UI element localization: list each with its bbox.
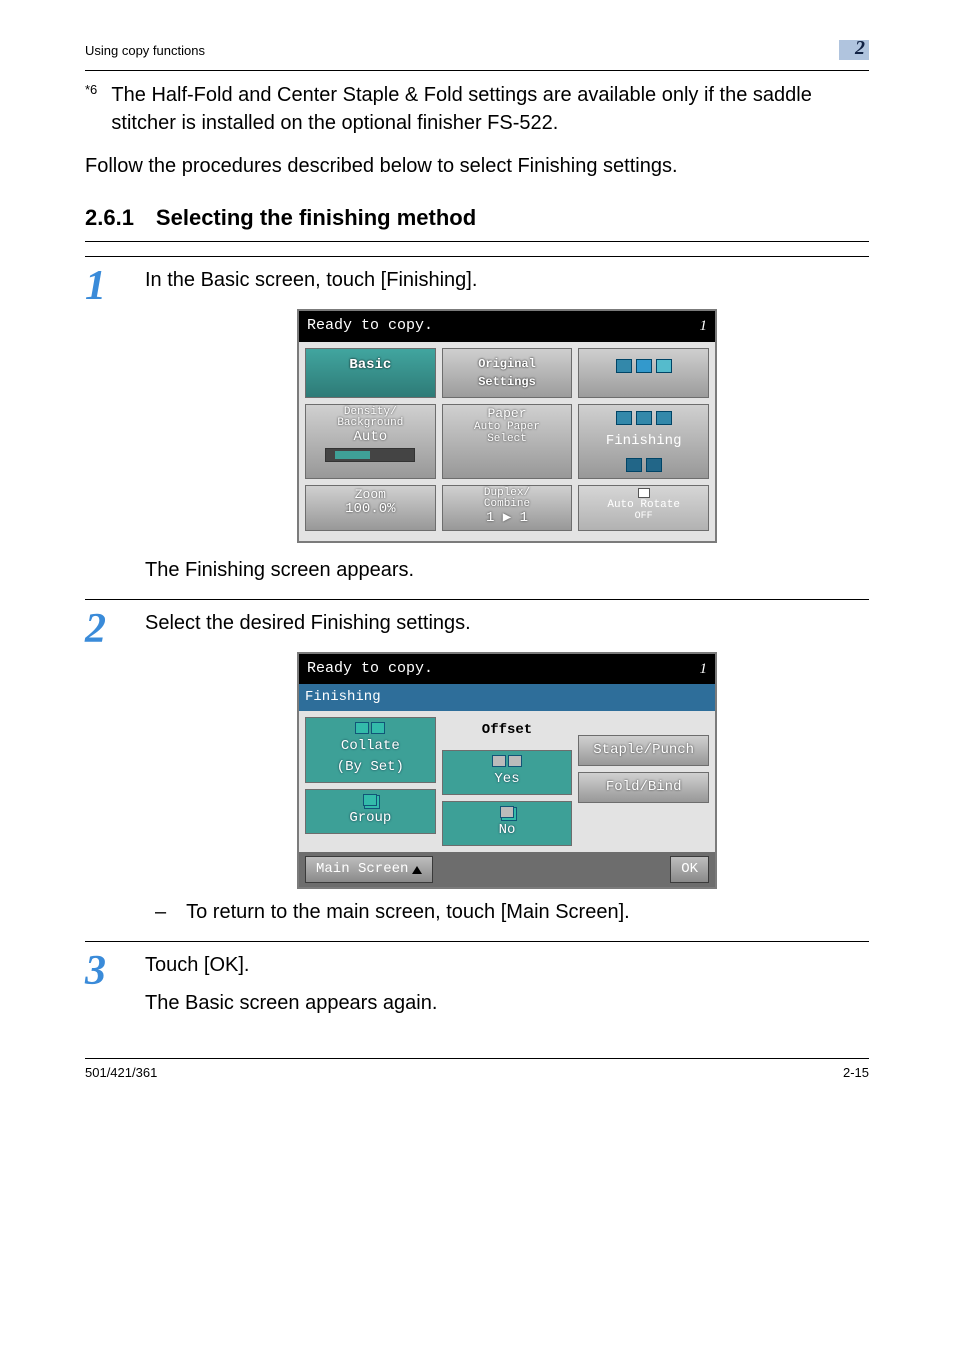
basic-screen-screenshot: Ready to copy. 1 Basic Original Settings	[297, 309, 717, 543]
step-1-number: 1	[85, 265, 120, 585]
intro-paragraph: Follow the procedures described below to…	[85, 152, 869, 180]
finishing-icon-4	[626, 458, 642, 472]
collate-button[interactable]: Collate (By Set)	[305, 717, 436, 783]
paper-button[interactable]: Paper Auto Paper Select	[442, 404, 573, 479]
camera-icon	[656, 359, 672, 373]
step-1-result: The Finishing screen appears.	[145, 555, 869, 585]
step-3-result: The Basic screen appears again.	[145, 988, 869, 1018]
footer-page-number: 2-15	[843, 1065, 869, 1080]
collate-icon	[371, 722, 385, 734]
chapter-number-badge: 2	[839, 40, 869, 60]
step-2-instruction: Select the desired Finishing settings.	[145, 608, 869, 638]
main-screen-button[interactable]: Main Screen	[305, 856, 433, 883]
group-icon	[363, 794, 377, 806]
fold-bind-button[interactable]: Fold/Bind	[578, 772, 709, 803]
finishing-icon-2	[636, 411, 652, 425]
subsection-heading: 2.6.1 Selecting the finishing method	[85, 205, 869, 231]
step-2-bullet: – To return to the main screen, touch [M…	[155, 897, 869, 927]
ok-button[interactable]: OK	[670, 856, 709, 883]
group-button[interactable]: Group	[305, 789, 436, 834]
doc-icon	[616, 359, 632, 373]
subsection-rule	[85, 241, 869, 242]
finishing-copy-count: 1	[700, 658, 708, 681]
finishing-icon-5	[646, 458, 662, 472]
offset-yes-icon	[492, 755, 506, 767]
tab-icons[interactable]	[578, 348, 709, 398]
tab-original-settings[interactable]: Original Settings	[442, 348, 573, 398]
step-3-number: 3	[85, 950, 120, 1018]
footer-model: 501/421/361	[85, 1065, 157, 1080]
offset-yes-icon	[508, 755, 522, 767]
staple-punch-button[interactable]: Staple/Punch	[578, 735, 709, 766]
offset-yes-button[interactable]: Yes	[442, 750, 573, 795]
tab-basic[interactable]: Basic	[305, 348, 436, 398]
step-1-instruction: In the Basic screen, touch [Finishing].	[145, 265, 869, 295]
rotate-icon	[638, 488, 650, 498]
footnote-text: The Half-Fold and Center Staple & Fold s…	[111, 81, 869, 137]
finishing-button[interactable]: Finishing	[578, 404, 709, 479]
step-divider	[85, 256, 869, 257]
finishing-title: Finishing	[299, 684, 715, 711]
step-3-instruction: Touch [OK].	[145, 950, 869, 980]
zoom-button[interactable]: Zoom 100.0%	[305, 485, 436, 531]
step-divider	[85, 599, 869, 600]
step-2-number: 2	[85, 608, 120, 928]
up-arrow-icon	[412, 866, 422, 874]
finishing-icon-1	[616, 411, 632, 425]
offset-no-icon	[500, 806, 514, 818]
auto-rotate-button[interactable]: Auto Rotate OFF	[578, 485, 709, 531]
finishing-screen-screenshot: Ready to copy. 1 Finishing Collate (By S…	[297, 652, 717, 890]
density-background-button[interactable]: Density/ Background Auto	[305, 404, 436, 479]
density-bar-icon	[325, 448, 415, 462]
footnote-mark: *6	[85, 81, 101, 137]
finishing-status-text: Ready to copy.	[307, 658, 433, 681]
basic-copy-count: 1	[700, 315, 708, 338]
duplex-combine-button[interactable]: Duplex/ Combine 1 ▶ 1	[442, 485, 573, 531]
running-header-text: Using copy functions	[85, 43, 205, 58]
step-divider	[85, 941, 869, 942]
offset-no-button[interactable]: No	[442, 801, 573, 846]
offset-label: Offset	[442, 717, 573, 744]
basic-status-text: Ready to copy.	[307, 315, 433, 338]
header-rule	[85, 70, 869, 71]
finishing-icon-3	[656, 411, 672, 425]
phone-icon	[636, 359, 652, 373]
collate-icon	[355, 722, 369, 734]
